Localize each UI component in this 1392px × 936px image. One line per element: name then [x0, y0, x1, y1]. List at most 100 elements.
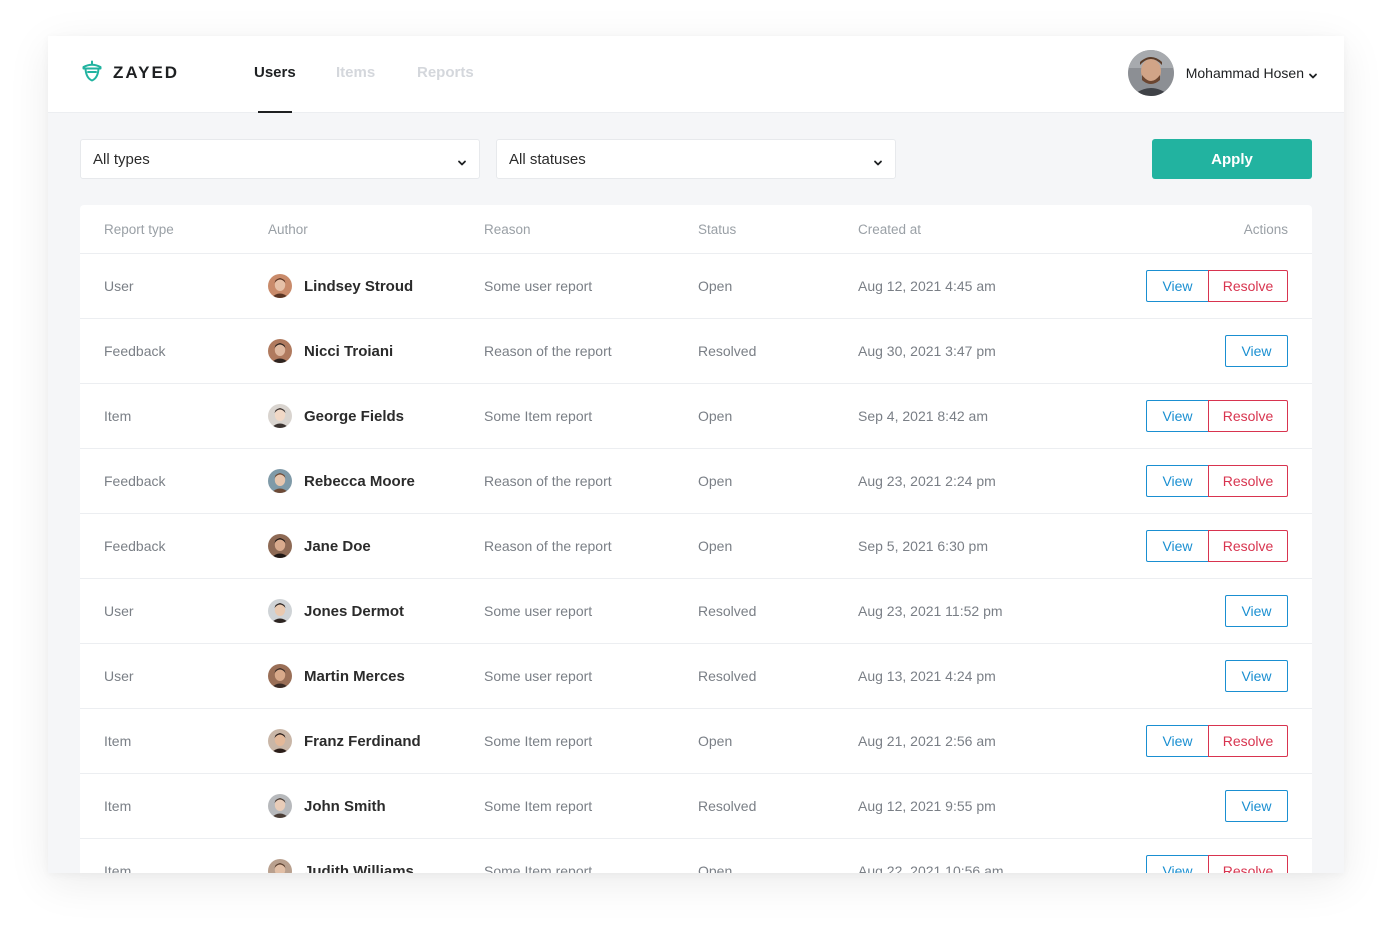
- tab-items[interactable]: Items: [336, 64, 375, 81]
- author-cell[interactable]: Judith Williams: [268, 859, 414, 873]
- header-actions: Actions: [1243, 222, 1288, 237]
- table-row: Feedback Nicci Troiani Reason of the rep…: [80, 319, 1312, 384]
- tab-reports[interactable]: Reports: [417, 64, 474, 81]
- status-cell: Open: [698, 733, 733, 749]
- resolve-button[interactable]: Resolve: [1208, 270, 1288, 302]
- reason-cell: Some user report: [484, 278, 593, 294]
- author-cell[interactable]: Franz Ferdinand: [268, 729, 421, 753]
- reason-cell: Reason of the report: [484, 538, 612, 554]
- status-cell: Resolved: [698, 603, 757, 619]
- author-avatar: [268, 534, 292, 558]
- row-actions: View: [1225, 660, 1288, 692]
- tab-users[interactable]: Users: [254, 64, 296, 81]
- report-type-cell: Feedback: [104, 473, 166, 489]
- report-type-cell: Item: [104, 733, 132, 749]
- table-row: Item John Smith Some Item report Resolve…: [80, 774, 1312, 839]
- status-cell: Open: [698, 538, 733, 554]
- report-type-cell: User: [104, 668, 134, 684]
- author-cell[interactable]: Jane Doe: [268, 534, 371, 558]
- author-cell[interactable]: Rebecca Moore: [268, 469, 415, 493]
- table-row: Feedback Jane Doe Reason of the report O…: [80, 514, 1312, 579]
- view-button[interactable]: View: [1146, 465, 1209, 497]
- author-cell[interactable]: Lindsey Stroud: [268, 274, 413, 298]
- table-row: User Martin Merces Some user report Reso…: [80, 644, 1312, 709]
- header-reason[interactable]: Reason: [484, 222, 531, 237]
- type-filter-value: All types: [93, 150, 150, 168]
- row-actions: View Resolve: [1146, 270, 1288, 302]
- created-at-cell: Aug 23, 2021 11:52 pm: [858, 603, 1003, 619]
- header-status[interactable]: Status: [698, 222, 736, 237]
- status-cell: Open: [698, 408, 733, 424]
- author-cell[interactable]: Jones Dermot: [268, 599, 404, 623]
- view-button[interactable]: View: [1146, 530, 1209, 562]
- row-actions: View: [1225, 335, 1288, 367]
- row-actions: View: [1225, 790, 1288, 822]
- view-button[interactable]: View: [1146, 270, 1209, 302]
- created-at-cell: Aug 21, 2021 2:56 am: [858, 733, 996, 749]
- status-filter-select[interactable]: All statuses: [496, 139, 896, 179]
- author-name: Jane Doe: [304, 537, 371, 555]
- view-button[interactable]: View: [1225, 790, 1288, 822]
- status-cell: Resolved: [698, 668, 757, 684]
- resolve-button[interactable]: Resolve: [1208, 400, 1288, 432]
- resolve-button[interactable]: Resolve: [1208, 530, 1288, 562]
- view-button[interactable]: View: [1225, 595, 1288, 627]
- author-avatar: [268, 729, 292, 753]
- resolve-button[interactable]: Resolve: [1208, 725, 1288, 757]
- reason-cell: Some user report: [484, 603, 593, 619]
- status-cell: Resolved: [698, 343, 757, 359]
- reason-cell: Some Item report: [484, 863, 593, 873]
- table-header: Report type Author Reason Status Created…: [80, 205, 1312, 254]
- apply-button[interactable]: Apply: [1152, 139, 1312, 179]
- resolve-button[interactable]: Resolve: [1208, 465, 1288, 497]
- report-type-cell: Item: [104, 408, 132, 424]
- created-at-cell: Sep 5, 2021 6:30 pm: [858, 538, 988, 554]
- reason-cell: Some Item report: [484, 798, 593, 814]
- author-cell[interactable]: John Smith: [268, 794, 386, 818]
- author-cell[interactable]: Martin Merces: [268, 664, 405, 688]
- report-type-cell: Item: [104, 798, 132, 814]
- author-avatar: [268, 599, 292, 623]
- author-avatar: [268, 469, 292, 493]
- acorn-logo-icon: [80, 59, 104, 88]
- created-at-cell: Aug 13, 2021 4:24 pm: [858, 668, 996, 684]
- row-actions: View Resolve: [1146, 530, 1288, 562]
- chevron-down-icon: [1308, 68, 1318, 79]
- author-avatar: [268, 339, 292, 363]
- header-author[interactable]: Author: [268, 222, 308, 237]
- type-filter-select[interactable]: All types: [80, 139, 480, 179]
- author-name: Franz Ferdinand: [304, 732, 421, 750]
- author-avatar: [268, 274, 292, 298]
- report-type-cell: User: [104, 278, 134, 294]
- header-created-at[interactable]: Created at: [858, 222, 921, 237]
- author-name: Nicci Troiani: [304, 342, 394, 360]
- reason-cell: Some Item report: [484, 408, 593, 424]
- reason-cell: Reason of the report: [484, 473, 612, 489]
- view-button[interactable]: View: [1146, 725, 1209, 757]
- status-cell: Open: [698, 473, 733, 489]
- author-cell[interactable]: Nicci Troiani: [268, 339, 393, 363]
- author-cell[interactable]: George Fields: [268, 404, 404, 428]
- user-avatar: [1127, 50, 1174, 96]
- view-button[interactable]: View: [1225, 660, 1288, 692]
- author-avatar: [268, 664, 292, 688]
- chevron-down-icon: [457, 155, 467, 166]
- created-at-cell: Sep 4, 2021 8:42 am: [858, 408, 988, 424]
- table-row: Item Franz Ferdinand Some Item report Op…: [80, 709, 1312, 774]
- resolve-button[interactable]: Resolve: [1208, 855, 1288, 873]
- user-menu[interactable]: Mohammad Hosen: [1127, 49, 1318, 97]
- view-button[interactable]: View: [1146, 400, 1209, 432]
- author-name: Martin Merces: [304, 667, 405, 685]
- created-at-cell: Aug 23, 2021 2:24 pm: [858, 473, 996, 489]
- brand-logo[interactable]: ZAYED: [80, 60, 179, 86]
- view-button[interactable]: View: [1146, 855, 1209, 873]
- status-filter-value: All statuses: [509, 150, 586, 168]
- author-avatar: [268, 859, 292, 873]
- view-button[interactable]: View: [1225, 335, 1288, 367]
- header-report-type[interactable]: Report type: [104, 222, 174, 237]
- reason-cell: Reason of the report: [484, 343, 612, 359]
- reports-table: Report type Author Reason Status Created…: [80, 205, 1312, 873]
- author-name: Jones Dermot: [304, 602, 405, 620]
- table-row: Item Judith Williams Some Item report Op…: [80, 839, 1312, 873]
- row-actions: View: [1225, 595, 1288, 627]
